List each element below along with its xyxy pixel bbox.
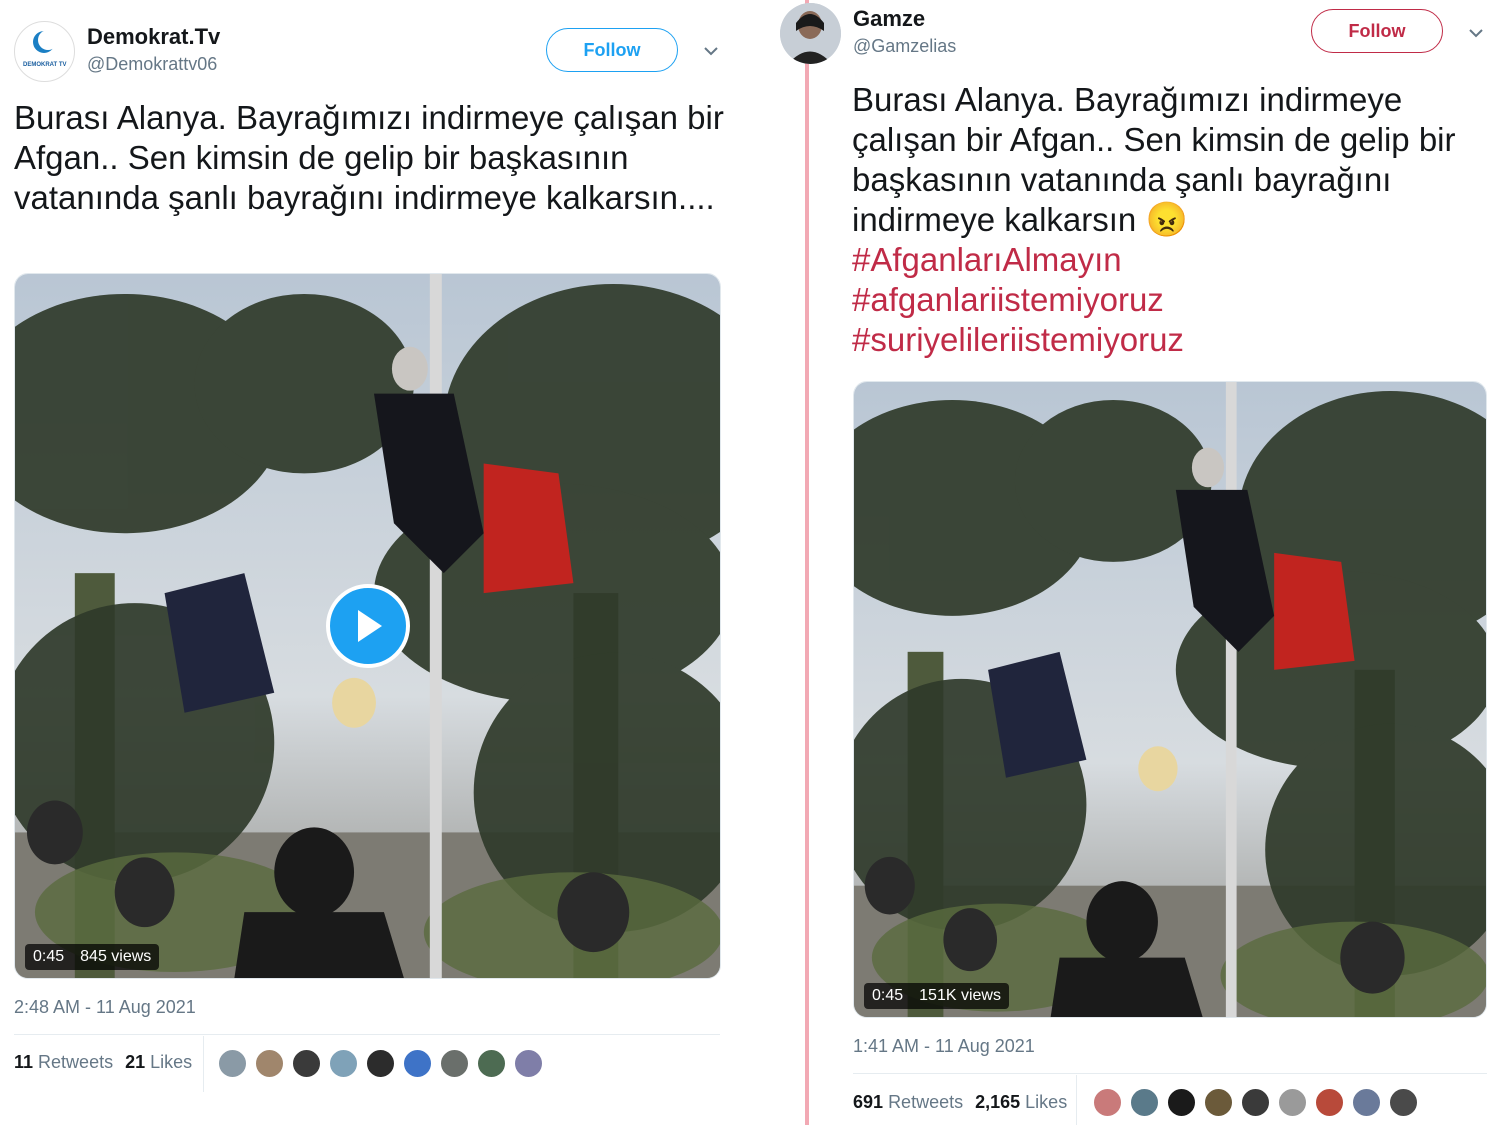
liker-avatar[interactable]: [476, 1048, 507, 1079]
hashtag-suriyelileriistemiyoruz[interactable]: #suriyelileriistemiyoruz: [852, 320, 1492, 360]
video-views: 845 views: [80, 948, 152, 965]
retweets-count: 691: [853, 1092, 884, 1112]
video-views: 151K views: [919, 987, 1001, 1004]
angry-face-emoji: 😠: [1145, 201, 1188, 239]
tweet-timestamp[interactable]: 2:48 AM - 11 Aug 2021: [14, 997, 196, 1018]
video-thumbnail: [854, 382, 1486, 1017]
chevron-down-icon[interactable]: [700, 40, 722, 62]
user-handle[interactable]: @Gamzelias: [853, 36, 956, 57]
hashtag-afganlarialmayin[interactable]: #AfganlarıAlmayın: [852, 240, 1492, 280]
tweet-text: Burası Alanya. Bayrağımızı indirmeye çal…: [14, 99, 724, 216]
liker-avatar[interactable]: [1129, 1087, 1160, 1118]
liker-avatar[interactable]: [1240, 1087, 1271, 1118]
liker-avatar[interactable]: [1351, 1087, 1382, 1118]
divider: [14, 1034, 720, 1035]
likes-label: Likes: [1025, 1092, 1068, 1112]
video-info-badge: 0:45 845 views: [25, 944, 160, 970]
avatar-label: DEMOKRAT TV: [23, 62, 67, 68]
tweet-card-right: Gamze @Gamzelias Follow Burası Alanya. B…: [775, 0, 1500, 1125]
retweets-stat[interactable]: 691 Retweets: [853, 1092, 963, 1113]
liker-avatars: [217, 1048, 544, 1079]
stats-separator: [1076, 1075, 1077, 1125]
play-button[interactable]: [326, 584, 410, 668]
video-duration: 0:45: [872, 987, 904, 1004]
tweet-text: Burası Alanya. Bayrağımızı indirmeye çal…: [852, 80, 1492, 360]
likes-stat[interactable]: 21 Likes: [125, 1052, 192, 1073]
play-icon: [358, 610, 382, 642]
liker-avatar[interactable]: [328, 1048, 359, 1079]
display-name[interactable]: Demokrat.Tv: [87, 24, 220, 50]
follow-button[interactable]: Follow: [1311, 9, 1443, 53]
video-duration: 0:45: [33, 948, 65, 965]
retweets-stat[interactable]: 11 Retweets: [14, 1052, 113, 1073]
likes-count: 2,165: [975, 1092, 1021, 1112]
chevron-down-icon[interactable]: [1465, 22, 1487, 44]
retweets-label: Retweets: [888, 1092, 964, 1112]
liker-avatar[interactable]: [254, 1048, 285, 1079]
stats-separator: [203, 1036, 204, 1092]
profile-photo-icon: [780, 3, 841, 64]
user-handle[interactable]: @Demokrattv06: [87, 54, 217, 75]
likes-stat[interactable]: 2,165 Likes: [975, 1092, 1067, 1113]
liker-avatar[interactable]: [1277, 1087, 1308, 1118]
display-name[interactable]: Gamze: [853, 6, 925, 32]
retweets-count: 11: [14, 1052, 34, 1072]
liker-avatars: [1092, 1087, 1419, 1118]
likes-count: 21: [125, 1052, 146, 1072]
likes-label: Likes: [150, 1052, 193, 1072]
tweet-timestamp[interactable]: 1:41 AM - 11 Aug 2021: [853, 1036, 1035, 1057]
hashtag-afganlariistemiyoruz[interactable]: #afganlariistemiyoruz: [852, 280, 1492, 320]
liker-avatar[interactable]: [1166, 1087, 1197, 1118]
liker-avatar[interactable]: [402, 1048, 433, 1079]
liker-avatar[interactable]: [1314, 1087, 1345, 1118]
follow-button[interactable]: Follow: [546, 28, 678, 72]
video-player[interactable]: 0:45 151K views: [853, 381, 1487, 1018]
tweet-card-left: DEMOKRAT TV Demokrat.Tv @Demokrattv06 Fo…: [0, 0, 740, 1125]
liker-avatar[interactable]: [217, 1048, 248, 1079]
demokrat-logo-icon: DEMOKRAT TV: [23, 30, 67, 68]
liker-avatar[interactable]: [1092, 1087, 1123, 1118]
avatar[interactable]: DEMOKRAT TV: [14, 21, 75, 82]
divider: [853, 1073, 1487, 1074]
video-player[interactable]: 0:45 845 views: [14, 273, 721, 979]
avatar[interactable]: [780, 3, 841, 64]
liker-avatar[interactable]: [1203, 1087, 1234, 1118]
liker-avatar[interactable]: [291, 1048, 322, 1079]
liker-avatar[interactable]: [439, 1048, 470, 1079]
liker-avatar[interactable]: [365, 1048, 396, 1079]
video-info-badge: 0:45 151K views: [864, 983, 1009, 1009]
retweets-label: Retweets: [38, 1052, 114, 1072]
engagement-stats: 11 Retweets 21 Likes: [14, 1052, 192, 1073]
liker-avatar[interactable]: [1388, 1087, 1419, 1118]
liker-avatar[interactable]: [513, 1048, 544, 1079]
engagement-stats: 691 Retweets 2,165 Likes: [853, 1092, 1067, 1113]
